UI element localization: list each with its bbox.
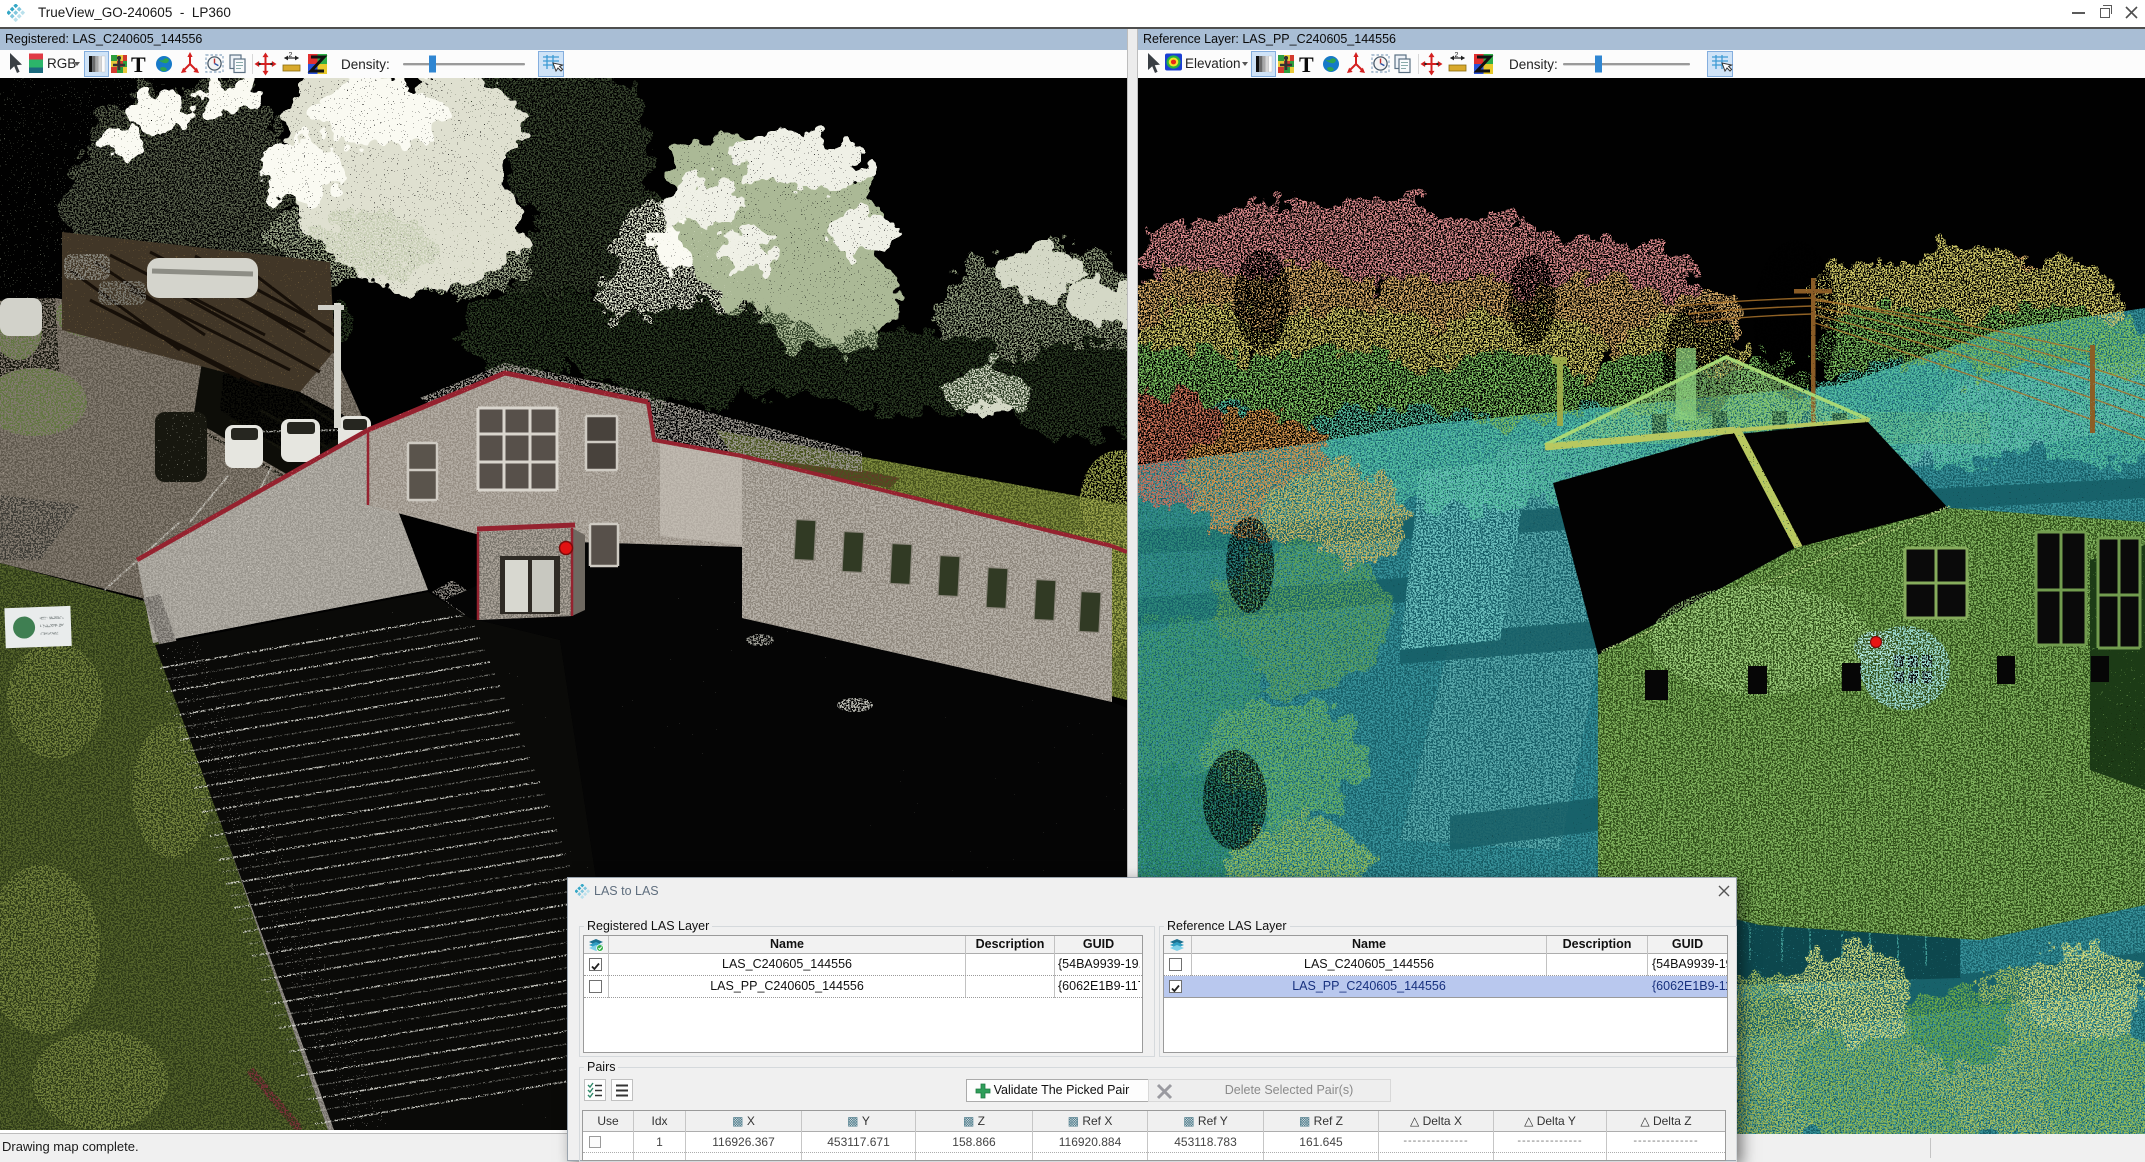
svg-text:2: 2 <box>289 52 293 59</box>
svg-text:Elevation: Elevation <box>1185 56 1241 71</box>
svg-text:Density:: Density: <box>1509 57 1558 72</box>
svg-text:T: T <box>131 52 146 77</box>
svg-text:2: 2 <box>1455 52 1459 59</box>
svg-text:RGB: RGB <box>47 56 76 71</box>
svg-text:Density:: Density: <box>341 57 390 72</box>
svg-text:T: T <box>1299 52 1314 77</box>
